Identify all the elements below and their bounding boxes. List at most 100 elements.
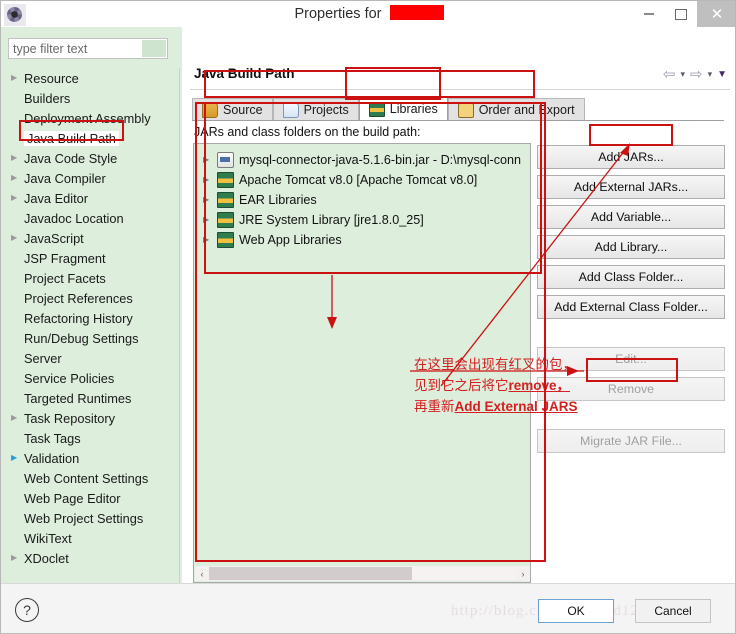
sidebar-item-targeted-runtimes[interactable]: ▶Targeted Runtimes [1, 388, 179, 408]
sidebar-item-validation[interactable]: ▶ Validation [1, 448, 179, 468]
expand-triangle-icon[interactable]: ▶ [11, 414, 24, 422]
classpath-entry[interactable]: ▶ Web App Libraries [194, 230, 530, 250]
sidebar-item-web-page-editor[interactable]: ▶Web Page Editor [1, 488, 179, 508]
expand-triangle-icon[interactable]: ▶ [11, 234, 24, 242]
annotation-line-3-prefix: 再重新 [414, 399, 455, 414]
window-title-text: Properties for [294, 6, 382, 22]
scrollbar-track[interactable] [209, 567, 516, 580]
annotation-line-3-emphasis: Add External JARS [454, 399, 578, 414]
sidebar-item-label: Targeted Runtimes [24, 390, 132, 406]
expand-triangle-icon[interactable]: ▶ [203, 236, 217, 244]
sidebar-item-web-project-settings[interactable]: ▶Web Project Settings [1, 508, 179, 528]
forward-history-chevron-down-icon[interactable]: ▾ [708, 69, 713, 80]
sidebar-item-xdoclet[interactable]: ▶ XDoclet [1, 548, 179, 568]
tree-spacer: ▶ [11, 514, 24, 522]
tab-projects[interactable]: Projects [272, 98, 359, 121]
settings-tree[interactable]: ▶Resource▶Builders▶Deployment Assembly▶J… [1, 68, 180, 583]
cancel-button[interactable]: Cancel [635, 599, 711, 623]
build-path-tabs[interactable]: Source Projects Libraries Order and Export [192, 96, 724, 121]
sidebar-item-project-references[interactable]: ▶Project References [1, 288, 179, 308]
filter-clear-icon[interactable] [142, 40, 166, 57]
sidebar-item-label: Web Page Editor [24, 490, 121, 506]
minimize-button[interactable] [633, 1, 665, 27]
nav-arrows: ⇦ ▾ ⇨ ▾ ▼ [663, 67, 727, 82]
chinese-annotation-text: 在这里会出现有红叉的包， 见到它之后将它remove， 再重新Add Exter… [414, 354, 578, 417]
classpath-entry[interactable]: ▶ Apache Tomcat v8.0 [Apache Tomcat v8.0] [194, 170, 530, 190]
classpath-entry[interactable]: ▶ JRE System Library [jre1.8.0_25] [194, 210, 530, 230]
scroll-right-arrow[interactable]: › [516, 569, 530, 579]
libraries-books-icon [368, 101, 385, 117]
horizontal-scrollbar[interactable]: ‹ › [195, 566, 530, 581]
sidebar-item-refactoring-history[interactable]: ▶Refactoring History [1, 308, 179, 328]
sidebar-item-label: Refactoring History [24, 310, 133, 326]
classpath-entry-label: JRE System Library [jre1.8.0_25] [239, 213, 424, 227]
expand-triangle-icon[interactable]: ▶ [203, 196, 217, 204]
sidebar-item-javascript[interactable]: ▶ JavaScript [1, 228, 179, 248]
add-external-class-folder-button[interactable]: Add External Class Folder... [537, 295, 725, 319]
expand-triangle-icon[interactable]: ▶ [11, 554, 24, 562]
tab-label: Libraries [389, 102, 438, 116]
expand-triangle-icon[interactable]: ▶ [203, 176, 217, 184]
sidebar-item-run-debug-settings[interactable]: ▶Run/Debug Settings [1, 328, 179, 348]
sidebar-item-deployment-assembly[interactable]: ▶Deployment Assembly [1, 108, 179, 128]
filter-input[interactable]: type filter text [8, 38, 168, 59]
sidebar-item-jsp-fragment[interactable]: ▶JSP Fragment [1, 248, 179, 268]
tab-source[interactable]: Source [192, 98, 273, 121]
ok-button[interactable]: OK [538, 599, 614, 623]
expand-triangle-icon[interactable]: ▶ [11, 174, 24, 182]
tab-label: Source [223, 103, 263, 117]
add-library-button[interactable]: Add Library... [537, 235, 725, 259]
sidebar-item-resource[interactable]: ▶ Resource [1, 68, 179, 88]
add-variable-button[interactable]: Add Variable... [537, 205, 725, 229]
minimize-icon [644, 13, 654, 15]
library-icon [217, 172, 234, 188]
sidebar-item-wikitext[interactable]: ▶WikiText [1, 528, 179, 548]
classpath-entry-label: EAR Libraries [239, 193, 317, 207]
sidebar-item-label: Task Repository [24, 410, 116, 426]
add-external-jars-button[interactable]: Add External JARs... [537, 175, 725, 199]
classpath-entry-label: mysql-connector-java-5.1.6-bin.jar - D:\… [239, 153, 522, 167]
add-class-folder-button[interactable]: Add Class Folder... [537, 265, 725, 289]
sidebar-item-java-editor[interactable]: ▶ Java Editor [1, 188, 179, 208]
classpath-entry[interactable]: ▶ mysql-connector-java-5.1.6-bin.jar - D:… [194, 150, 530, 170]
sidebar-item-java-build-path[interactable]: ▶Java Build Path [1, 128, 179, 148]
view-menu-triangle-icon[interactable]: ▼ [717, 69, 727, 80]
back-arrow-icon[interactable]: ⇦ [663, 67, 676, 82]
sidebar-item-task-tags[interactable]: ▶Task Tags [1, 428, 179, 448]
sidebar-item-java-compiler[interactable]: ▶ Java Compiler [1, 168, 179, 188]
sidebar-item-label: Builders [24, 90, 71, 106]
sidebar-item-web-content-settings[interactable]: ▶Web Content Settings [1, 468, 179, 488]
add-jars-button[interactable]: Add JARs... [537, 145, 725, 169]
expand-triangle-icon[interactable]: ▶ [11, 194, 24, 202]
expand-triangle-icon[interactable]: ▶ [11, 74, 24, 82]
sidebar-item-label: Java Code Style [24, 150, 118, 166]
tab-order-and-export[interactable]: Order and Export [447, 98, 585, 121]
maximize-button[interactable] [665, 1, 697, 27]
sidebar-item-builders[interactable]: ▶Builders [1, 88, 179, 108]
close-button[interactable]: ✕ [697, 1, 735, 27]
sidebar-item-label: Service Policies [24, 370, 115, 386]
classpath-entry[interactable]: ▶ EAR Libraries [194, 190, 530, 210]
scroll-left-arrow[interactable]: ‹ [195, 569, 209, 579]
page-title: Java Build Path [194, 66, 295, 81]
back-history-chevron-down-icon[interactable]: ▾ [680, 69, 685, 80]
help-icon[interactable]: ? [15, 598, 39, 622]
sidebar-item-java-code-style[interactable]: ▶ Java Code Style [1, 148, 179, 168]
sidebar-item-server[interactable]: ▶Server [1, 348, 179, 368]
sidebar-item-javadoc-location[interactable]: ▶Javadoc Location [1, 208, 179, 228]
scrollbar-thumb[interactable] [209, 567, 412, 580]
redacted-project-name [389, 5, 444, 20]
expand-triangle-icon[interactable]: ▶ [11, 154, 24, 162]
library-icon [217, 212, 234, 228]
expand-triangle-icon[interactable]: ▶ [11, 454, 24, 462]
sidebar-item-task-repository[interactable]: ▶ Task Repository [1, 408, 179, 428]
expand-triangle-icon[interactable]: ▶ [203, 216, 217, 224]
expand-triangle-icon[interactable]: ▶ [203, 156, 217, 164]
tab-libraries[interactable]: Libraries [358, 96, 448, 121]
sidebar-item-service-policies[interactable]: ▶Service Policies [1, 368, 179, 388]
order-export-icon [457, 102, 474, 118]
sidebar-item-label: JSP Fragment [24, 250, 106, 266]
forward-arrow-icon[interactable]: ⇨ [690, 67, 703, 82]
sidebar-item-label: JavaScript [24, 230, 84, 246]
sidebar-item-project-facets[interactable]: ▶Project Facets [1, 268, 179, 288]
